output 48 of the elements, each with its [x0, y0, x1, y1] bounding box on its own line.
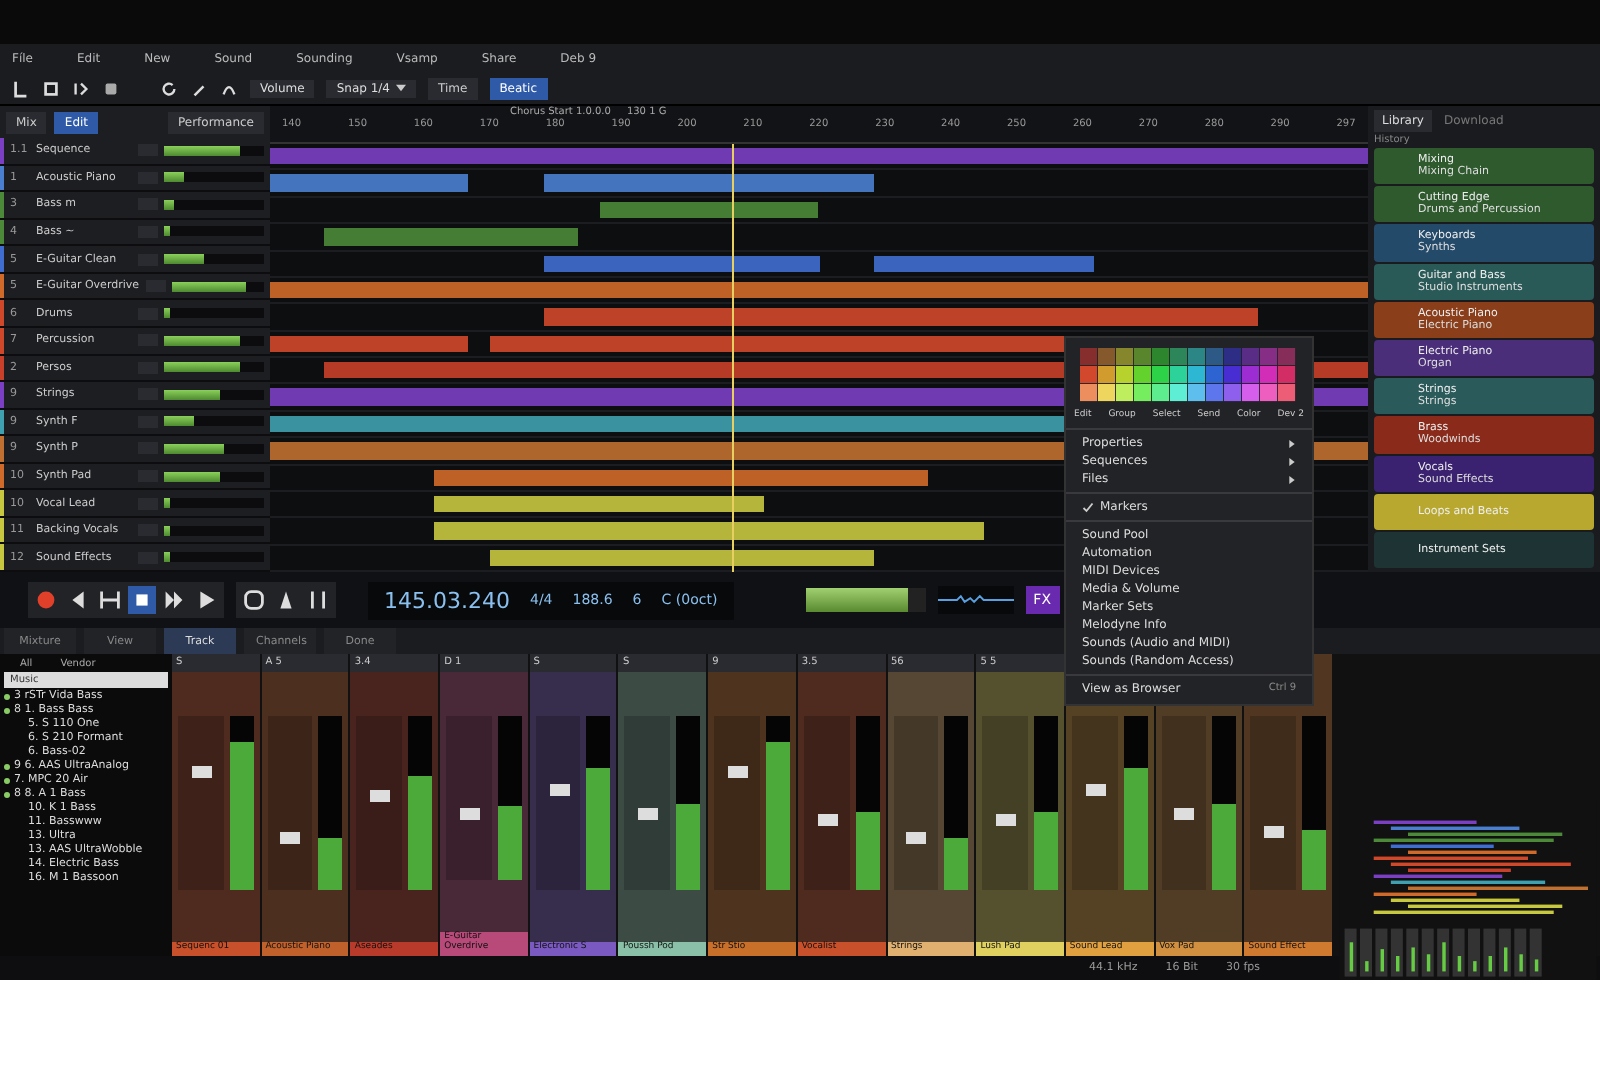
- bullet-icon: [4, 693, 10, 699]
- clip[interactable]: [544, 174, 874, 192]
- range-tool-icon[interactable]: [42, 79, 60, 97]
- fader-handle[interactable]: [1085, 784, 1106, 797]
- clip[interactable]: [270, 335, 468, 352]
- color-palette-drawing[interactable]: [1078, 348, 1298, 402]
- clip[interactable]: [489, 549, 874, 566]
- clip[interactable]: [270, 148, 1368, 165]
- caret-icon: [396, 84, 406, 92]
- fast-forward-icon[interactable]: [160, 586, 188, 614]
- arrow-tool-icon[interactable]: [12, 79, 30, 97]
- waveform-drawing: [937, 586, 1014, 614]
- clip[interactable]: [434, 469, 929, 486]
- fader-handle[interactable]: [727, 765, 748, 778]
- fader-handle[interactable]: [1174, 808, 1195, 821]
- fader-handle[interactable]: [280, 832, 301, 845]
- record-icon[interactable]: [32, 586, 60, 614]
- clip[interactable]: [544, 308, 1259, 326]
- check-icon: [1082, 501, 1094, 513]
- fader-handle[interactable]: [191, 765, 212, 778]
- loop-icon[interactable]: [160, 79, 178, 97]
- bullet-icon: [4, 791, 10, 797]
- clip[interactable]: [434, 495, 765, 513]
- fader-handle[interactable]: [817, 814, 838, 827]
- bullet-icon: [4, 707, 10, 713]
- clip[interactable]: [324, 228, 578, 245]
- skip-icon[interactable]: [96, 586, 124, 614]
- clip[interactable]: [544, 255, 819, 272]
- stop-icon[interactable]: [128, 586, 156, 614]
- fader-handle[interactable]: [995, 814, 1016, 827]
- split-tool-icon[interactable]: [72, 79, 90, 97]
- clip[interactable]: [873, 255, 1094, 272]
- bullet-icon: [4, 777, 10, 783]
- fader-handle[interactable]: [549, 784, 570, 797]
- eraser-icon[interactable]: [102, 79, 120, 97]
- position-readout: 145.03.240: [384, 587, 510, 613]
- fader-handle[interactable]: [459, 808, 480, 821]
- loop-icon[interactable]: [240, 586, 268, 614]
- bullet-icon: [4, 763, 10, 769]
- pencil-icon[interactable]: [190, 79, 208, 97]
- clip[interactable]: [599, 201, 819, 219]
- fader-handle[interactable]: [906, 832, 927, 845]
- fader-handle[interactable]: [638, 808, 659, 821]
- clip[interactable]: [270, 281, 1368, 299]
- clip[interactable]: [270, 174, 468, 192]
- fader-handle[interactable]: [1264, 826, 1285, 839]
- fader-handle[interactable]: [370, 790, 391, 803]
- clip[interactable]: [434, 522, 984, 540]
